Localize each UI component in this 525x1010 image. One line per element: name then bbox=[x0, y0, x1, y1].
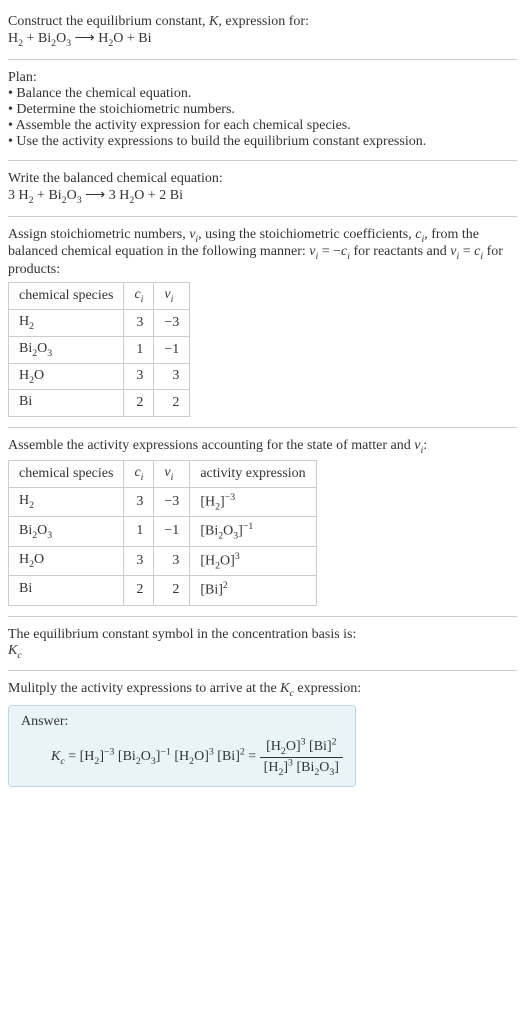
cell-activity: [Bi]2 bbox=[190, 576, 316, 605]
cell-c: 3 bbox=[124, 546, 154, 575]
cell-c: 3 bbox=[124, 309, 154, 336]
cell-c: 1 bbox=[124, 336, 154, 363]
fraction-denominator: [H2]3 [Bi2O3] bbox=[260, 758, 343, 778]
cell-c: 2 bbox=[124, 390, 154, 417]
cell-activity: [H2]−3 bbox=[190, 487, 316, 516]
arrow: ⟶ bbox=[71, 31, 98, 46]
cell-species: H2O bbox=[9, 546, 124, 575]
arrow: ⟶ bbox=[82, 188, 109, 203]
intro-section: Construct the equilibrium constant, K, e… bbox=[8, 8, 517, 55]
cell-c: 3 bbox=[124, 363, 154, 390]
cell-species: H2 bbox=[9, 487, 124, 516]
table-row: Bi 2 2 bbox=[9, 390, 190, 417]
cell-activity: [H2O]3 bbox=[190, 546, 316, 575]
symbol-text: The equilibrium constant symbol in the c… bbox=[8, 627, 517, 643]
activity-table: chemical species ci νi activity expressi… bbox=[8, 460, 317, 606]
fraction-numerator: [H2O]3 [Bi]2 bbox=[260, 736, 343, 757]
plan-bullet: • Determine the stoichiometric numbers. bbox=[8, 102, 517, 118]
species-bi2o3: Bi2O3 bbox=[48, 188, 81, 203]
species-bi: Bi bbox=[170, 188, 183, 203]
k-symbol: K bbox=[209, 14, 218, 29]
table-row: H2O 3 3 bbox=[9, 363, 190, 390]
plan-bullet: • Use the activity expressions to build … bbox=[8, 134, 517, 150]
species-bi2o3: Bi2O3 bbox=[38, 31, 71, 46]
species-h2o: H2O bbox=[98, 31, 123, 46]
table-row: Bi2O3 1 −1 bbox=[9, 336, 190, 363]
col-species: chemical species bbox=[9, 460, 124, 487]
cell-nu: −3 bbox=[154, 309, 190, 336]
cell-nu: 2 bbox=[154, 390, 190, 417]
col-activity: activity expression bbox=[190, 460, 316, 487]
cell-nu: 3 bbox=[154, 363, 190, 390]
cell-species: Bi bbox=[9, 390, 124, 417]
divider bbox=[8, 616, 517, 617]
cell-species: Bi bbox=[9, 576, 124, 605]
col-species: chemical species bbox=[9, 283, 124, 310]
divider bbox=[8, 160, 517, 161]
table-row: H2 3 −3 [H2]−3 bbox=[9, 487, 317, 516]
balanced-equation: 3 H2 + Bi2O3 ⟶ 3 H2O + 2 Bi bbox=[8, 187, 517, 206]
final-title: Mulitply the activity expressions to arr… bbox=[8, 681, 517, 699]
cell-nu: −1 bbox=[154, 336, 190, 363]
table-row: Bi 2 2 [Bi]2 bbox=[9, 576, 317, 605]
divider bbox=[8, 427, 517, 428]
fraction: [H2O]3 [Bi]2[H2]3 [Bi2O3] bbox=[260, 736, 343, 778]
col-c: ci bbox=[124, 283, 154, 310]
symbol-section: The equilibrium constant symbol in the c… bbox=[8, 621, 517, 667]
table-row: Bi2O3 1 −1 [Bi2O3]−1 bbox=[9, 517, 317, 546]
col-nu: νi bbox=[154, 460, 190, 487]
cell-nu: 2 bbox=[154, 576, 190, 605]
cell-species: H2O bbox=[9, 363, 124, 390]
divider bbox=[8, 59, 517, 60]
final-section: Mulitply the activity expressions to arr… bbox=[8, 675, 517, 793]
cell-nu: −1 bbox=[154, 517, 190, 546]
divider bbox=[8, 216, 517, 217]
nu-symbol: νi bbox=[189, 227, 198, 242]
table-header-row: chemical species ci νi activity expressi… bbox=[9, 460, 317, 487]
kc-symbol: Kc bbox=[8, 643, 517, 661]
cell-c: 3 bbox=[124, 487, 154, 516]
activity-title: Assemble the activity expressions accoun… bbox=[8, 438, 517, 456]
plan-bullet: • Assemble the activity expression for e… bbox=[8, 118, 517, 134]
table-row: H2O 3 3 [H2O]3 bbox=[9, 546, 317, 575]
cell-c: 1 bbox=[124, 517, 154, 546]
intro-text: Construct the equilibrium constant, bbox=[8, 14, 209, 29]
intro-equation: H2 + Bi2O3 ⟶ H2O + Bi bbox=[8, 30, 517, 49]
col-nu: νi bbox=[154, 283, 190, 310]
cell-species: Bi2O3 bbox=[9, 517, 124, 546]
cell-species: H2 bbox=[9, 309, 124, 336]
cell-activity: [Bi2O3]−1 bbox=[190, 517, 316, 546]
answer-label: Answer: bbox=[21, 714, 343, 730]
cell-nu: −3 bbox=[154, 487, 190, 516]
intro-text: , expression for: bbox=[218, 14, 309, 29]
intro-line1: Construct the equilibrium constant, K, e… bbox=[8, 14, 517, 30]
divider bbox=[8, 670, 517, 671]
answer-box: Answer: Kc = [H2]−3 [Bi2O3]−1 [H2O]3 [Bi… bbox=[8, 705, 356, 787]
plan-bullet: • Balance the chemical equation. bbox=[8, 86, 517, 102]
species-bi: Bi bbox=[138, 31, 151, 46]
species-h2o: H2O bbox=[119, 188, 144, 203]
balanced-title: Write the balanced chemical equation: bbox=[8, 171, 517, 187]
table-header-row: chemical species ci νi bbox=[9, 283, 190, 310]
cell-c: 2 bbox=[124, 576, 154, 605]
cell-nu: 3 bbox=[154, 546, 190, 575]
plan-section: Plan: • Balance the chemical equation. •… bbox=[8, 64, 517, 156]
stoich-text: Assign stoichiometric numbers, νi, using… bbox=[8, 227, 517, 279]
plan-title: Plan: bbox=[8, 70, 517, 86]
c-symbol: ci bbox=[415, 227, 424, 242]
species-h2: H2 bbox=[19, 188, 34, 203]
table-row: H2 3 −3 bbox=[9, 309, 190, 336]
answer-equation: Kc = [H2]−3 [Bi2O3]−1 [H2O]3 [Bi]2 = [H2… bbox=[21, 730, 343, 778]
cell-species: Bi2O3 bbox=[9, 336, 124, 363]
balanced-section: Write the balanced chemical equation: 3 … bbox=[8, 165, 517, 212]
col-c: ci bbox=[124, 460, 154, 487]
activity-section: Assemble the activity expressions accoun… bbox=[8, 432, 517, 611]
species-h2: H2 bbox=[8, 31, 23, 46]
stoich-section: Assign stoichiometric numbers, νi, using… bbox=[8, 221, 517, 424]
stoich-table: chemical species ci νi H2 3 −3 Bi2O3 1 −… bbox=[8, 282, 190, 417]
